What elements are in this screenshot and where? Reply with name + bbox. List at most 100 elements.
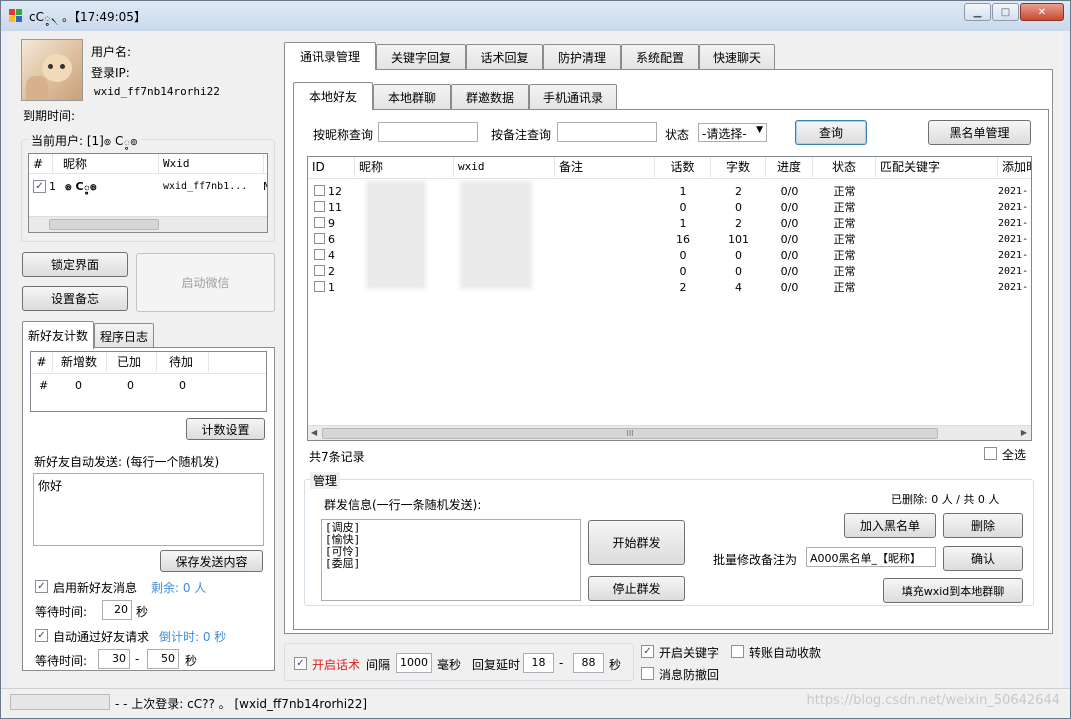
friend-row-checkbox[interactable] <box>314 185 325 196</box>
select-all-checkbox[interactable] <box>984 447 997 460</box>
tab-script-reply[interactable]: 话术回复 <box>466 44 543 70</box>
friend-row-status: 正常 <box>833 233 856 246</box>
friends-grid-hscroll[interactable]: ◀ III ▶ <box>308 425 1031 440</box>
enable-script-checkbox[interactable]: ✓ <box>294 657 307 670</box>
interval-input[interactable]: 1000 <box>396 653 432 673</box>
friend-row-date: 2021- <box>998 250 1029 261</box>
add-blacklist-button[interactable]: 加入黑名单 <box>844 513 936 538</box>
client-area: 用户名: 登录IP: wxid_ff7nb14rorhi22 到期时间: 当前用… <box>8 31 1063 688</box>
friend-row-checkbox[interactable] <box>314 217 325 228</box>
friend-row-date: 2021- <box>998 202 1029 213</box>
auto-send-textarea[interactable]: 你好 <box>33 473 264 546</box>
users-grid-hscroll[interactable] <box>29 216 267 232</box>
query-button[interactable]: 查询 <box>795 120 867 145</box>
count-row-index: # <box>39 379 49 392</box>
tab-quick-chat[interactable]: 快速聊天 <box>699 44 775 70</box>
friend-row-id: 12 <box>328 185 342 198</box>
friend-row-words: 0 <box>735 265 742 278</box>
wait-time-input-1[interactable]: 20 <box>102 600 132 620</box>
friend-row-talk: 0 <box>679 249 687 262</box>
friend-row-status: 正常 <box>833 217 856 230</box>
delete-button[interactable]: 删除 <box>943 513 1023 538</box>
friend-row-checkbox[interactable] <box>314 233 325 244</box>
friends-grid[interactable]: ID 昵称 wxid 备注 话数 字数 进度 状态 匹配关键字 添加时 1212… <box>307 156 1032 441</box>
blacklist-button[interactable]: 黑名单管理 <box>928 120 1031 145</box>
friend-row-status: 正常 <box>833 201 856 214</box>
tab-program-log[interactable]: 程序日志 <box>94 323 154 349</box>
friend-row-date: 2021- <box>998 282 1029 293</box>
tab-keyword-reply[interactable]: 关键字回复 <box>376 44 466 70</box>
avatar <box>21 39 83 101</box>
friend-row-talk: 1 <box>679 217 687 230</box>
user-row-checkbox[interactable]: ✓ <box>33 180 46 193</box>
users-col-extra: 微 <box>264 154 267 174</box>
auto-accept-checkbox[interactable]: ✓ <box>35 629 48 642</box>
friend-row-checkbox[interactable] <box>314 201 325 212</box>
tab-system-config[interactable]: 系统配置 <box>621 44 699 70</box>
app-window: cC఼৲ 。【​17:49:05】 ▁ □ ✕ 用户名: 登录IP: wxid_… <box>0 0 1071 719</box>
login-ip-label: 登录IP: <box>91 66 130 80</box>
select-all-label: 全选 <box>1002 448 1027 462</box>
anti-recall-checkbox[interactable] <box>641 667 654 680</box>
wait-time-to-input[interactable]: 50 <box>147 649 179 669</box>
tab-phone-contacts[interactable]: 手机通讯录 <box>529 84 617 110</box>
save-send-button[interactable]: 保存发送内容 <box>160 550 263 572</box>
broadcast-line: [愉快] <box>325 533 361 546</box>
lock-ui-button[interactable]: 锁定界面 <box>22 252 128 277</box>
tab-local-friends[interactable]: 本地好友 <box>293 82 373 110</box>
tab-new-friend-count[interactable]: 新好友计数 <box>22 321 94 349</box>
scroll-left-icon[interactable]: ◀ <box>311 428 317 437</box>
notes-button[interactable]: 设置备忘 <box>22 286 128 311</box>
broadcast-textarea[interactable]: [调皮] [愉快] [可怜] [委屈] <box>321 519 581 601</box>
friend-row-id: 2 <box>328 265 335 278</box>
friend-row-talk: 16 <box>676 233 690 246</box>
friend-row-progress: 0/0 <box>780 201 799 214</box>
tab-protection[interactable]: 防护清理 <box>543 44 621 70</box>
start-wechat-button[interactable]: 启动微信 <box>136 253 275 312</box>
friend-row-checkbox[interactable] <box>314 281 325 292</box>
count-col-added: 已加 <box>107 352 157 372</box>
maximize-icon[interactable]: □ <box>992 3 1019 21</box>
tab-local-groups[interactable]: 本地群聊 <box>373 84 451 110</box>
user-row-num: 1 <box>49 180 56 193</box>
fill-wxid-button[interactable]: 填充wxid到本地群聊 <box>883 578 1023 603</box>
friend-row-words: 2 <box>735 217 742 230</box>
minimize-icon[interactable]: ▁ <box>964 3 991 21</box>
friend-row-id: 1 <box>328 281 335 294</box>
friend-row-checkbox[interactable] <box>314 265 325 276</box>
wait-time-label-2: 等待时间: <box>35 654 88 668</box>
friend-row-words: 0 <box>735 249 742 262</box>
col-remark: 备注 <box>555 157 655 177</box>
batch-remark-label: 批量修改备注为 <box>713 553 798 567</box>
close-icon[interactable]: ✕ <box>1020 3 1064 21</box>
enable-new-friend-checkbox[interactable]: ✓ <box>35 580 48 593</box>
friend-row-date: 2021- <box>998 266 1029 277</box>
scroll-right-icon[interactable]: ▶ <box>1021 428 1027 437</box>
wait-time-from-input[interactable]: 30 <box>98 649 130 669</box>
friend-row-id: 11 <box>328 201 342 214</box>
auto-collect-checkbox[interactable] <box>731 645 744 658</box>
friend-row-words: 0 <box>735 201 742 214</box>
delay-to-input[interactable]: 88 <box>573 653 604 673</box>
batch-remark-input[interactable]: A000黑名单_【昵称】 <box>806 547 936 567</box>
user-row-nick: ๏ C఼๏ <box>65 180 97 193</box>
friend-row-checkbox[interactable] <box>314 249 325 260</box>
users-grid[interactable]: # 昵称 Wxid 微 ✓ 1 ๏ C఼๏ wxid_ff7nb1... M <box>28 153 268 233</box>
tab-group-invites[interactable]: 群邀数据 <box>451 84 529 110</box>
status-select[interactable]: -请选择- ▼ <box>698 123 767 142</box>
col-talk: 话数 <box>655 157 711 177</box>
expire-label: 到期时间: <box>23 109 76 123</box>
users-col-nick: 昵称 <box>59 154 159 174</box>
confirm-button[interactable]: 确认 <box>943 546 1023 571</box>
start-broadcast-button[interactable]: 开始群发 <box>588 520 685 565</box>
remark-search-input[interactable] <box>557 122 657 142</box>
friend-row-status: 正常 <box>833 249 856 262</box>
count-settings-button[interactable]: 计数设置 <box>186 418 265 440</box>
count-grid[interactable]: # 新增数 已加 待加 # 0 0 0 <box>30 351 267 412</box>
status-text: - - 上次登录: cC?? 。 [wxid_ff7nb14rorhi22] <box>115 697 368 711</box>
stop-broadcast-button[interactable]: 停止群发 <box>588 576 685 601</box>
delay-from-input[interactable]: 18 <box>523 653 554 673</box>
tab-contacts[interactable]: 通讯录管理 <box>284 42 376 70</box>
enable-keyword-checkbox[interactable]: ✓ <box>641 645 654 658</box>
nick-search-input[interactable] <box>378 122 478 142</box>
